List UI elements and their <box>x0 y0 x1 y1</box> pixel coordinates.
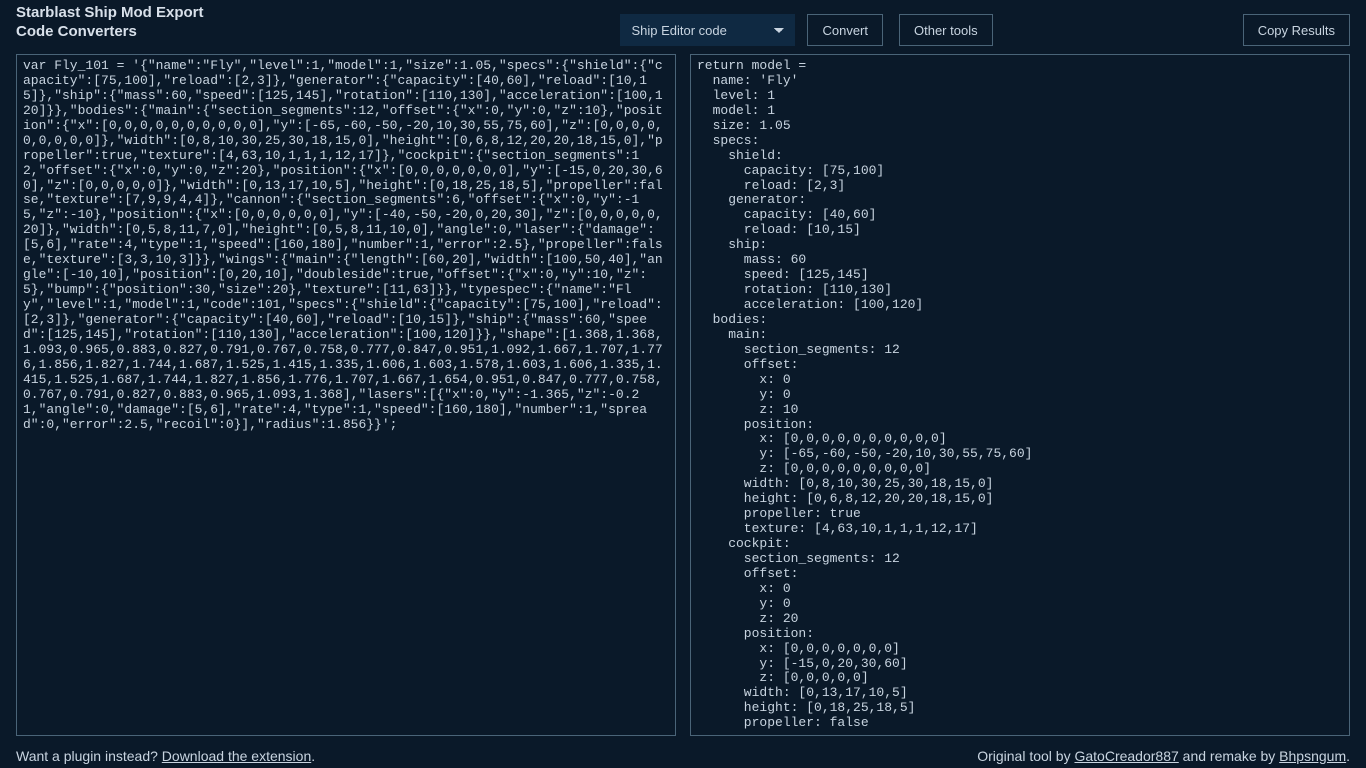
page-title-line1: Starblast Ship Mod Export <box>16 4 416 23</box>
panes-container: var Fly_101 = '{"name":"Fly","level":1,"… <box>0 54 1366 742</box>
copy-results-button[interactable]: Copy Results <box>1243 14 1350 46</box>
header-row: Starblast Ship Mod Export Code Converter… <box>0 0 1366 54</box>
output-pane[interactable]: return model = name: 'Fly' level: 1 mode… <box>690 54 1350 736</box>
controls-left: Ship Editor code Convert <box>432 4 883 46</box>
download-extension-link[interactable]: Download the extension <box>162 748 311 764</box>
controls-right: Other tools Copy Results <box>899 4 1350 46</box>
convert-button[interactable]: Convert <box>807 14 883 46</box>
input-code[interactable]: var Fly_101 = '{"name":"Fly","level":1,"… <box>17 55 675 436</box>
footer: Want a plugin instead? Download the exte… <box>0 742 1366 768</box>
plugin-prompt: Want a plugin instead? Download the exte… <box>16 748 315 764</box>
code-type-dropdown[interactable]: Ship Editor code <box>620 14 795 46</box>
other-tools-button[interactable]: Other tools <box>899 14 993 46</box>
output-code[interactable]: return model = name: 'Fly' level: 1 mode… <box>691 55 1349 735</box>
author2-link[interactable]: Bhpsngum <box>1279 748 1346 764</box>
title-block: Starblast Ship Mod Export Code Converter… <box>16 4 416 42</box>
page-title-line2: Code Converters <box>16 23 416 42</box>
input-pane[interactable]: var Fly_101 = '{"name":"Fly","level":1,"… <box>16 54 676 736</box>
author1-link[interactable]: GatoCreador887 <box>1074 748 1178 764</box>
credits: Original tool by GatoCreador887 and rema… <box>977 748 1350 764</box>
